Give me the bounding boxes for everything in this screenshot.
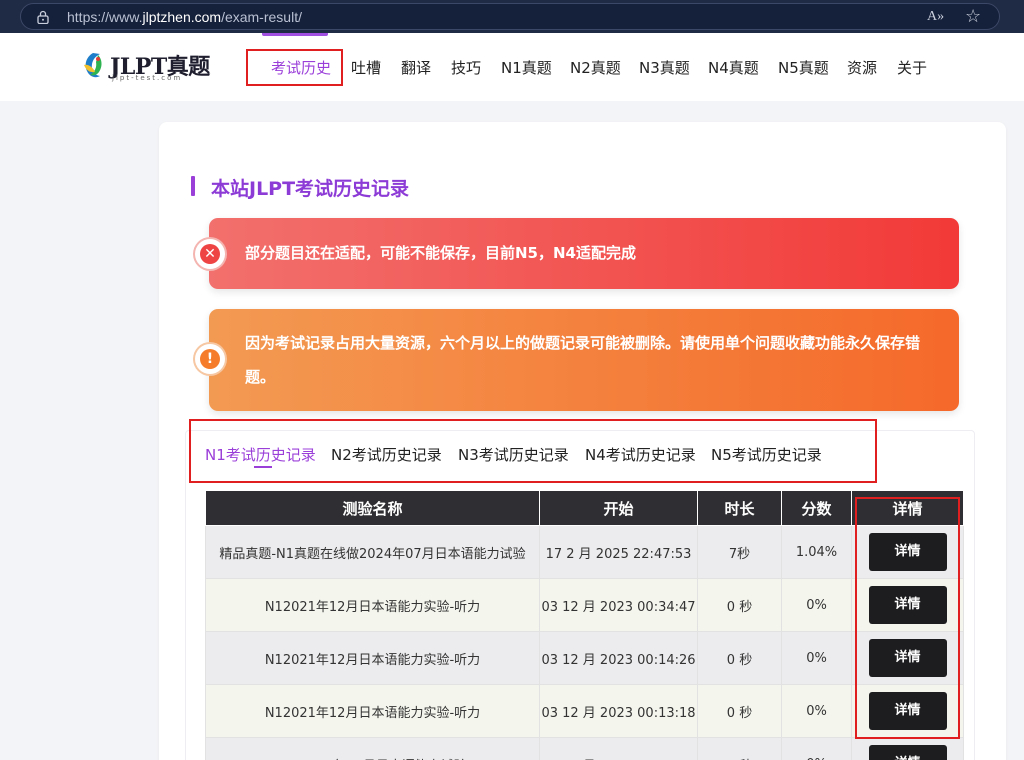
- url-path: /exam-result/: [221, 9, 302, 25]
- tab-n1-history[interactable]: N1考试历史记录: [205, 444, 316, 465]
- nav-item-resources[interactable]: 资源: [847, 57, 877, 78]
- alert-adapting: ✕ 部分题目还在适配，可能不能保存，目前N5，N4适配完成: [195, 218, 959, 289]
- warning-icon: !: [195, 344, 225, 374]
- nav-item-n1[interactable]: N1真题: [501, 57, 552, 78]
- nav-item-complaints[interactable]: 吐槽: [351, 57, 381, 78]
- section-title-bar: [191, 176, 195, 196]
- cell-exam-name: 精品真题-N1真题在线做2024年07月日本语能力试验: [205, 525, 540, 579]
- cell-duration: 0 秒: [697, 737, 782, 760]
- cell-exam-name: N1 2017年07月日本语能力试验: [205, 737, 540, 760]
- cell-start-time: 17 2 月 2025 22:47:53: [539, 525, 698, 579]
- tab-n2-history[interactable]: N2考试历史记录: [331, 444, 442, 465]
- tab-n3-history[interactable]: N3考试历史记录: [458, 444, 569, 465]
- alert-retention: ! 因为考试记录占用大量资源，六个月以上的做题记录可能被删除。请使用单个问题收藏…: [195, 309, 959, 411]
- lock-icon[interactable]: [37, 10, 49, 24]
- tab-active-underline: [254, 466, 272, 468]
- cell-score: 0%: [781, 631, 852, 685]
- cell-start-time: 03 12 月 2023 00:34:47: [539, 578, 698, 632]
- table-row: N12021年12月日本语能力实验-听力 03 12 月 2023 00:13:…: [205, 684, 964, 738]
- nav-item-tips[interactable]: 技巧: [451, 57, 481, 78]
- tab-n4-history[interactable]: N4考试历史记录: [585, 444, 696, 465]
- col-header-duration[interactable]: 时长: [697, 490, 782, 526]
- nav-item-n3[interactable]: N3真题: [639, 57, 690, 78]
- error-icon-glyph: ✕: [200, 244, 220, 264]
- col-header-name[interactable]: 测验名称: [205, 490, 540, 526]
- col-header-score[interactable]: 分数: [781, 490, 852, 526]
- cell-start-time: 03 12 月 2023 00:14:26: [539, 631, 698, 685]
- nav-item-n5[interactable]: N5真题: [778, 57, 829, 78]
- logo-subtext: jlpt-test.com: [112, 74, 183, 82]
- cell-exam-name: N12021年12月日本语能力实验-听力: [205, 684, 540, 738]
- table-row: N1 2017年07月日本语能力试验 02 12 月 2023 17:26:33…: [205, 737, 964, 760]
- exam-history-table: 测验名称 开始 时长 分数 详情 精品真题-N1真题在线做2024年07月日本语…: [205, 490, 964, 760]
- warning-icon-glyph: !: [200, 349, 220, 369]
- site-logo[interactable]: JLPT真题 jlpt-test.com: [80, 49, 210, 89]
- read-aloud-icon[interactable]: A»: [927, 9, 944, 25]
- cell-duration: 0 秒: [697, 684, 782, 738]
- url-host: jlptzhen.com: [142, 9, 222, 25]
- cell-exam-name: N12021年12月日本语能力实验-听力: [205, 631, 540, 685]
- table-row: N12021年12月日本语能力实验-听力 03 12 月 2023 00:34:…: [205, 578, 964, 632]
- nav-item-about[interactable]: 关于: [897, 57, 927, 78]
- url-text[interactable]: https://www.jlptzhen.com/exam-result/: [67, 9, 302, 25]
- detail-column-highlight-box: [855, 497, 960, 739]
- address-bar[interactable]: https://www.jlptzhen.com/exam-result/ A»…: [20, 3, 1000, 30]
- cell-score: 1.04%: [781, 525, 852, 579]
- nav-active-indicator: [262, 33, 328, 36]
- error-icon: ✕: [195, 239, 225, 269]
- table-row: 精品真题-N1真题在线做2024年07月日本语能力试验 17 2 月 2025 …: [205, 525, 964, 579]
- table-row: N12021年12月日本语能力实验-听力 03 12 月 2023 00:14:…: [205, 631, 964, 685]
- tab-n5-history[interactable]: N5考试历史记录: [711, 444, 822, 465]
- cell-exam-name: N12021年12月日本语能力实验-听力: [205, 578, 540, 632]
- cell-detail: 详情: [851, 737, 964, 760]
- browser-toolbar: https://www.jlptzhen.com/exam-result/ A»…: [0, 0, 1024, 33]
- nav-item-n4[interactable]: N4真题: [708, 57, 759, 78]
- alert-text: 部分题目还在适配，可能不能保存，目前N5，N4适配完成: [245, 244, 636, 262]
- cell-score: 0%: [781, 578, 852, 632]
- favorite-star-icon[interactable]: ☆: [965, 6, 981, 27]
- col-header-start[interactable]: 开始: [539, 490, 698, 526]
- cell-score: 0%: [781, 737, 852, 760]
- url-prefix: https://www.: [67, 9, 143, 25]
- site-header: JLPT真题 jlpt-test.com 考试历史 吐槽 翻译 技巧 N1真题 …: [0, 33, 1024, 101]
- cell-score: 0%: [781, 684, 852, 738]
- cell-start-time: 02 12 月 2023 17:26:33: [539, 737, 698, 760]
- page-title: 本站JLPT考试历史记录: [211, 178, 410, 200]
- cell-duration: 0 秒: [697, 578, 782, 632]
- cell-duration: 7秒: [697, 525, 782, 579]
- logo-mark-icon: [84, 53, 102, 78]
- table-header-row: 测验名称 开始 时长 分数 详情: [205, 490, 964, 526]
- detail-button[interactable]: 详情: [868, 745, 947, 760]
- nav-item-translation[interactable]: 翻译: [401, 57, 431, 78]
- cell-duration: 0 秒: [697, 631, 782, 685]
- nav-item-exam-history[interactable]: 考试历史: [271, 57, 331, 78]
- nav-item-n2[interactable]: N2真题: [570, 57, 621, 78]
- cell-start-time: 03 12 月 2023 00:13:18: [539, 684, 698, 738]
- alert-text: 因为考试记录占用大量资源，六个月以上的做题记录可能被删除。请使用单个问题收藏功能…: [245, 334, 921, 386]
